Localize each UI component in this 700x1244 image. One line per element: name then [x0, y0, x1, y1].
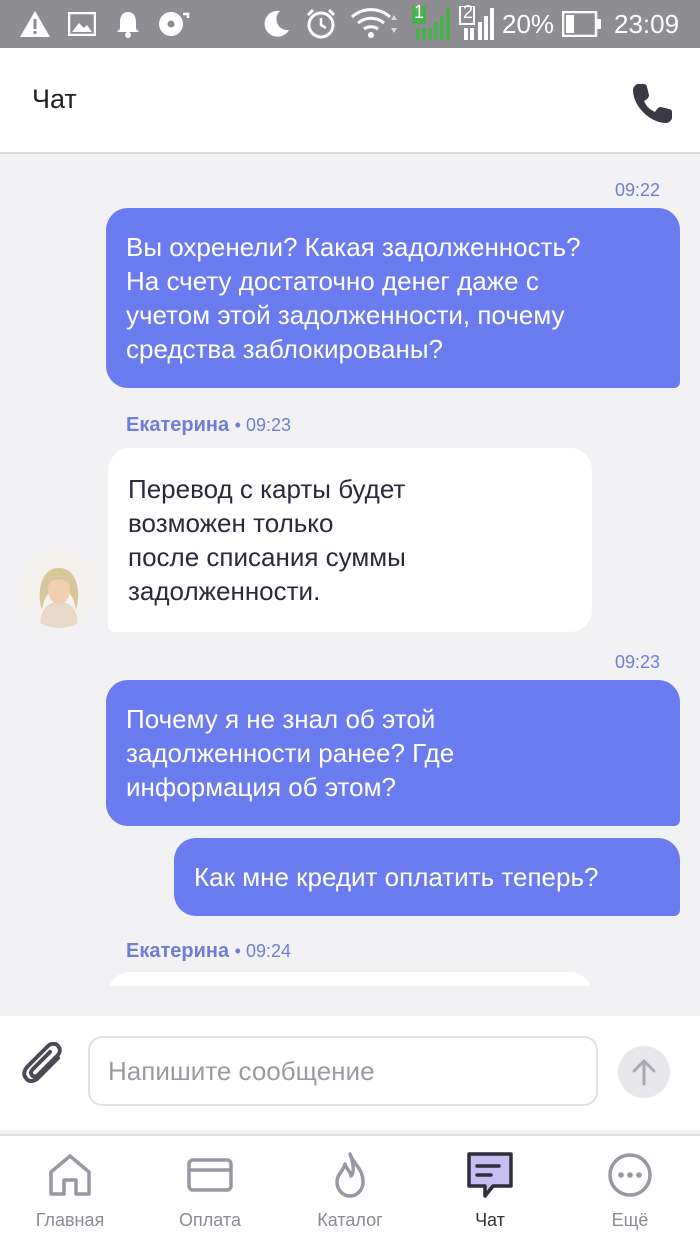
battery-percent: 20% — [502, 9, 555, 39]
more-icon — [608, 1153, 652, 1197]
message-line: Вы охренели? Какая задолженность? — [126, 232, 581, 262]
tab-label: Главная — [35, 1210, 105, 1230]
message-time: 09:23 — [245, 415, 292, 435]
disc-icon — [156, 0, 190, 48]
image-icon — [68, 0, 96, 48]
message-line: задолженности ранее? Где — [126, 738, 455, 768]
bell-icon — [114, 0, 142, 48]
tab-label: Каталог — [317, 1210, 383, 1230]
sender-name: Екатерина — [126, 414, 230, 436]
message-composer — [0, 1016, 700, 1130]
sender-header: Екатерина • 09:23 — [126, 414, 292, 436]
chat-icon — [467, 1152, 513, 1198]
outgoing-message[interactable]: Почему я не знал об этой задолженности р… — [106, 680, 680, 826]
card-icon — [187, 1158, 233, 1192]
message-line: возможен только — [128, 508, 334, 538]
warning-icon — [18, 0, 52, 48]
incoming-message[interactable]: Перевод с карты будет возможен только по… — [108, 448, 592, 632]
sender-header: Екатерина • 09:24 — [126, 940, 292, 962]
message-line: Как мне кредит оплатить теперь? — [194, 862, 599, 892]
page-title: Чат — [32, 84, 77, 114]
tab-payment[interactable]: Оплата — [140, 1136, 280, 1244]
agent-photo-icon — [20, 550, 98, 628]
paperclip-icon — [22, 1041, 62, 1083]
tab-label: Оплата — [179, 1210, 241, 1230]
send-button[interactable] — [618, 1046, 670, 1098]
message-time: 09:22 — [614, 180, 660, 200]
moon-icon — [260, 0, 292, 48]
sender-name: Екатерина — [126, 940, 230, 962]
battery-icon — [562, 0, 602, 48]
tab-label: Ещё — [611, 1210, 649, 1230]
message-line: средства заблокированы? — [126, 334, 443, 364]
outgoing-message[interactable]: Вы охренели? Какая задолженность? На сче… — [106, 208, 680, 388]
tab-more[interactable]: Ещё — [560, 1136, 700, 1244]
tab-label: Чат — [475, 1210, 505, 1230]
phone-icon — [633, 84, 672, 123]
message-line: Почему я не знал об этой — [126, 704, 436, 734]
message-time: 09:24 — [245, 941, 292, 961]
message-line: На счету достаточно денег даже с — [126, 266, 539, 296]
alarm-icon — [304, 0, 338, 48]
status-bar: 1 2 20% 23:09 — [0, 0, 700, 48]
bottom-tab-bar: Главная Оплата Каталог Чат Ещё — [0, 1134, 700, 1244]
message-line: после списания суммы — [128, 542, 406, 572]
message-time: 09:23 — [614, 652, 660, 672]
wifi-icon — [350, 0, 400, 48]
call-button[interactable] — [628, 78, 678, 128]
message-line: Перевод с карты будет — [128, 474, 406, 504]
sim1-label: 1 — [414, 2, 425, 22]
tab-catalog[interactable]: Каталог — [280, 1136, 420, 1244]
attach-button[interactable] — [20, 1041, 70, 1092]
chat-header: Чат — [0, 48, 700, 154]
message-line: учетом этой задолженности, почему — [126, 300, 565, 330]
home-icon — [49, 1154, 91, 1196]
clock-time: 23:09 — [614, 9, 680, 39]
flame-icon — [335, 1152, 365, 1198]
sim2-label: 2 — [463, 2, 474, 22]
tab-home[interactable]: Главная — [0, 1136, 140, 1244]
incoming-message[interactable] — [108, 972, 592, 986]
arrow-up-icon — [632, 1059, 656, 1086]
tab-chat[interactable]: Чат — [420, 1136, 560, 1244]
message-line: задолженности. — [128, 576, 321, 606]
chat-messages[interactable]: 09:22 Вы охренели? Какая задолженность? … — [0, 156, 700, 986]
avatar[interactable] — [20, 550, 98, 628]
message-line: информация об этом? — [126, 772, 396, 802]
outgoing-message[interactable]: Как мне кредит оплатить теперь? — [174, 838, 680, 916]
message-input[interactable] — [88, 1036, 598, 1106]
